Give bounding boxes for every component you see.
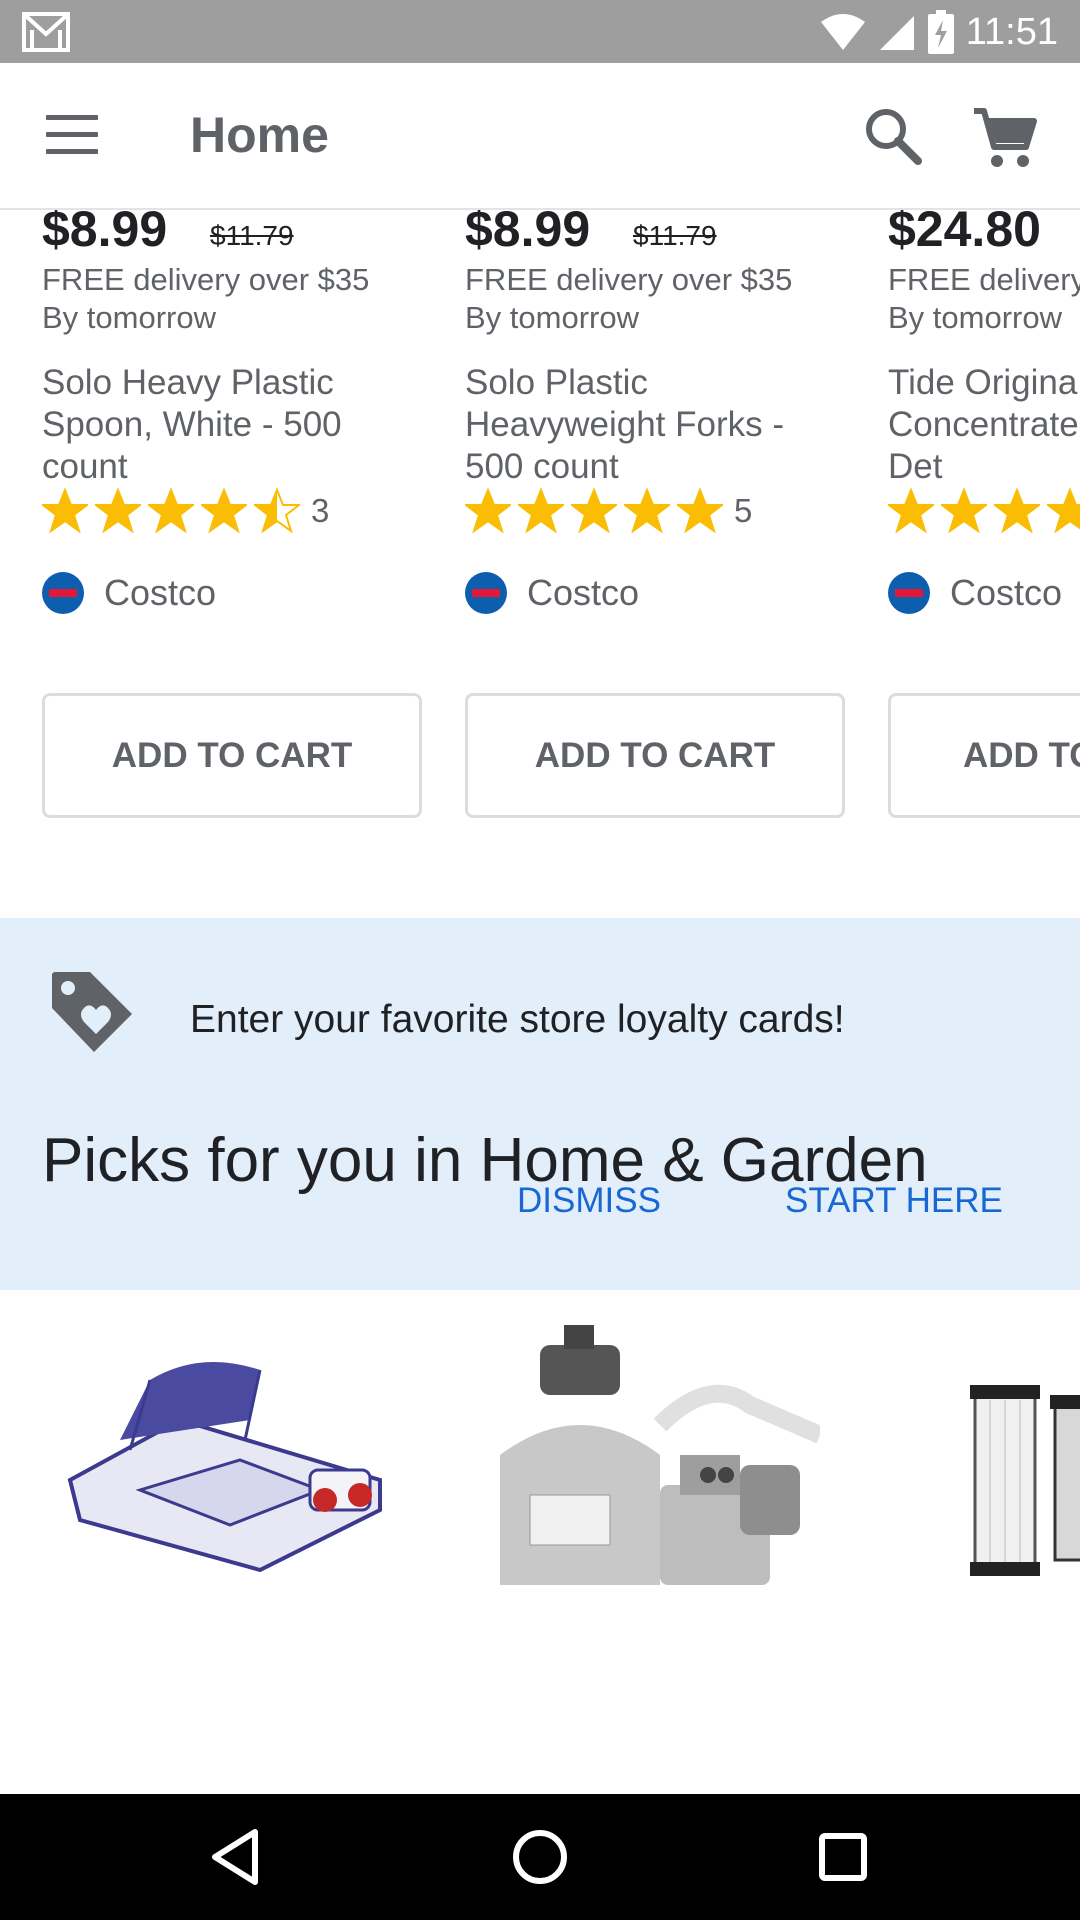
- costco-logo-icon: [888, 572, 930, 614]
- product-carousel[interactable]: $8.99 $11.79 FREE delivery over $35 By t…: [0, 210, 1080, 890]
- store-name: Costco: [527, 572, 640, 613]
- loyalty-tag-icon: [52, 972, 132, 1052]
- clock: 11:51: [965, 10, 1058, 53]
- system-nav-bar: [0, 1794, 1080, 1920]
- star-rating: 5: [465, 488, 752, 534]
- back-icon[interactable]: [203, 1824, 269, 1890]
- store-info: Costco: [888, 572, 1062, 614]
- old-price: $11.79: [633, 220, 717, 251]
- sand-filter-pump-image[interactable]: [490, 1325, 820, 1595]
- delivery-time: By tomorrow: [42, 300, 216, 335]
- price: $24.80: [888, 210, 1041, 257]
- star-icon: [888, 488, 934, 534]
- store-info: Costco: [465, 572, 639, 614]
- star-icon: [677, 488, 723, 534]
- star-icon: [941, 488, 987, 534]
- app-bar: Home: [0, 63, 1080, 210]
- star-icon: [201, 488, 247, 534]
- store-name: Costco: [104, 572, 217, 613]
- shopping-cart-icon[interactable]: [970, 103, 1040, 173]
- rating-count: 3: [311, 492, 330, 529]
- product-card[interactable]: $8.99 $11.79 FREE delivery over $35 By t…: [42, 210, 422, 850]
- delivery-time: By tomorrow: [465, 300, 639, 335]
- add-to-cart-button[interactable]: ADD TO CART: [465, 693, 845, 818]
- star-icon: [42, 488, 88, 534]
- page-title: Home: [190, 107, 329, 163]
- star-icon: [254, 488, 300, 534]
- promo-text: Enter your favorite store loyalty cards!: [190, 998, 845, 1041]
- signal-icon: [879, 16, 914, 50]
- star-icon: [148, 488, 194, 534]
- costco-logo-icon: [465, 572, 507, 614]
- star-icon: [624, 488, 670, 534]
- gmail-icon: [22, 12, 70, 52]
- add-to-cart-button[interactable]: ADD TO CART: [42, 693, 422, 818]
- product-name[interactable]: Solo Heavy Plastic Spoon, White - 500 co…: [42, 362, 372, 488]
- star-icon: [465, 488, 511, 534]
- product-name[interactable]: Tide Origina Concentrate Laundry Det: [888, 362, 1080, 488]
- loyalty-card-promo: Enter your favorite store loyalty cards!…: [0, 918, 1080, 1290]
- add-to-cart-button[interactable]: ADD TO: [888, 693, 1080, 818]
- battery-charging-icon: [927, 10, 954, 54]
- product-name[interactable]: Solo Plastic Heavyweight Forks - 500 cou…: [465, 362, 795, 488]
- delivery-info: FREE delivery over $35: [465, 262, 793, 297]
- star-icon: [95, 488, 141, 534]
- store-name: Costco: [950, 572, 1063, 613]
- star-rating: [888, 488, 1080, 534]
- star-rating: 3: [42, 488, 329, 534]
- star-icon: [994, 488, 1040, 534]
- wifi-icon: [820, 14, 865, 50]
- price: $8.99: [465, 210, 591, 257]
- old-price: $11.79: [210, 220, 294, 251]
- star-icon: [518, 488, 564, 534]
- status-bar: 11:51: [0, 0, 1080, 63]
- inflatable-island-float-image[interactable]: [60, 1310, 410, 1580]
- price: $8.99: [42, 210, 168, 257]
- delivery-time: By tomorrow: [888, 300, 1062, 335]
- delivery-info: FREE delivery: [888, 262, 1080, 297]
- section-title: Picks for you in Home & Garden: [42, 1126, 928, 1195]
- home-icon[interactable]: [507, 1824, 573, 1890]
- content-scroll[interactable]: $8.99 $11.79 FREE delivery over $35 By t…: [0, 210, 1080, 1794]
- delivery-info: FREE delivery over $35: [42, 262, 370, 297]
- star-icon: [1047, 488, 1080, 534]
- product-card[interactable]: $24.80 FREE delivery By tomorrow Tide Or…: [888, 210, 1080, 850]
- costco-logo-icon: [42, 572, 84, 614]
- star-icon: [571, 488, 617, 534]
- hamburger-menu-icon[interactable]: [46, 115, 98, 157]
- pool-filter-cartridges-image[interactable]: [970, 1380, 1080, 1580]
- search-icon[interactable]: [860, 103, 926, 169]
- store-info: Costco: [42, 572, 216, 614]
- rating-count: 5: [734, 492, 753, 529]
- product-card[interactable]: $8.99 $11.79 FREE delivery over $35 By t…: [465, 210, 845, 850]
- recents-icon[interactable]: [810, 1824, 876, 1890]
